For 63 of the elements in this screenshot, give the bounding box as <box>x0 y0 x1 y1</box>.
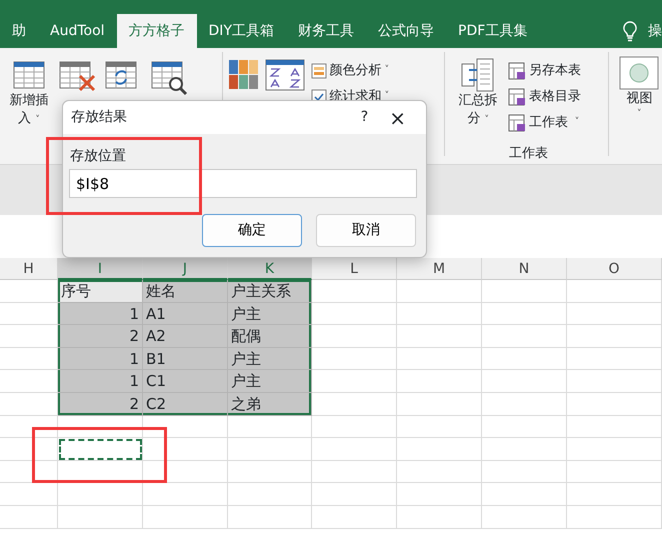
table-cell: 序号 <box>58 280 143 303</box>
table-cell: 姓名 <box>143 280 228 303</box>
ribbon-tab[interactable]: PDF工具集 <box>446 14 540 48</box>
dialog-title: 存放结果 <box>71 108 127 127</box>
ribbon-tab[interactable]: AudTool <box>38 14 117 48</box>
column-header[interactable]: O <box>567 258 662 280</box>
empty-cell <box>0 416 58 438</box>
sheet-icon[interactable] <box>310 63 327 79</box>
column-header[interactable]: I <box>58 258 143 280</box>
table-cell: B1 <box>143 348 228 370</box>
ok-button[interactable]: 确定 <box>202 214 302 247</box>
tell-me-search[interactable]: 操 <box>644 14 662 48</box>
sort-az-icon[interactable] <box>264 58 305 92</box>
table-cell: 1 <box>58 302 143 326</box>
column-header[interactable]: N <box>482 258 567 280</box>
sheet-command[interactable]: 表格目录 <box>508 84 582 110</box>
table-cell: C2 <box>143 392 228 416</box>
table-cell: 2 <box>58 392 143 416</box>
table-cell: A2 <box>143 325 228 348</box>
view-button[interactable]: 视图 ˅ <box>616 56 662 164</box>
insert-button[interactable]: 新增插 入 ˅ <box>6 58 52 156</box>
lightbulb-icon[interactable] <box>622 20 638 42</box>
table-cell: 户主 <box>228 348 312 370</box>
help-button[interactable]: ? <box>360 107 368 128</box>
empty-cell <box>0 483 58 506</box>
ribbon-tab[interactable]: 公式向导 <box>366 14 446 48</box>
ribbon-tab[interactable]: 方方格子 <box>116 14 197 48</box>
column-header[interactable]: J <box>143 258 228 280</box>
table-cell: A1 <box>143 302 228 326</box>
column-header[interactable]: K <box>228 258 312 280</box>
split-sheets-icon[interactable] <box>461 58 496 92</box>
sheet-command[interactable]: 另存本表 <box>508 58 582 84</box>
sheet-icon[interactable] <box>508 114 526 132</box>
sheet-command[interactable]: 工作表 ˅ <box>508 110 582 136</box>
column-header[interactable]: M <box>397 258 482 280</box>
sheet-icon[interactable] <box>508 88 526 106</box>
empty-cell <box>0 506 58 529</box>
table-cell: 之弟 <box>228 392 312 416</box>
ribbon-tab[interactable]: 财务工具 <box>286 14 366 48</box>
table-cell: 1 <box>58 348 143 370</box>
table-cell: 户主 <box>228 302 312 326</box>
ribbon-tab[interactable]: DIY工具箱 <box>196 14 286 48</box>
close-button[interactable]: × <box>389 102 406 132</box>
table-cell: C1 <box>143 370 228 393</box>
view-icon[interactable] <box>619 56 660 90</box>
cancel-button[interactable]: 取消 <box>316 214 416 247</box>
field-label: 存放位置 <box>70 147 127 166</box>
color-analysis-button[interactable]: 颜色分析 ˅ <box>310 58 390 84</box>
column-header[interactable]: H <box>0 258 58 280</box>
column-header[interactable]: L <box>312 258 397 280</box>
empty-cell <box>0 438 58 461</box>
color-grid-icon[interactable] <box>228 58 259 92</box>
empty-cell <box>0 460 58 484</box>
table-cell: 户主 <box>228 370 312 393</box>
table-cell: 2 <box>58 325 143 348</box>
ribbon-tab[interactable]: 助 <box>0 14 38 48</box>
table-cell: 户主关系 <box>228 280 312 303</box>
summary-split-button[interactable]: 汇总拆 分 ˅ <box>455 58 502 136</box>
input-field[interactable]: $I$8 <box>69 169 417 198</box>
table-cell: 配偶 <box>228 325 312 348</box>
sheet-icon[interactable] <box>508 62 526 80</box>
table-cell: 1 <box>58 370 143 393</box>
group-label: 工作表 <box>508 145 549 163</box>
